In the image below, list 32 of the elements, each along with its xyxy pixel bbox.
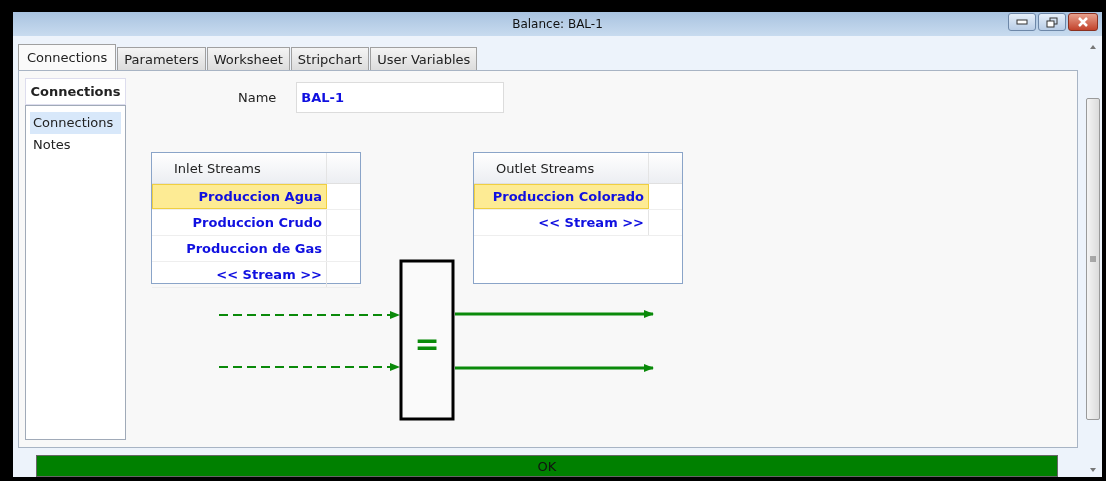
column-header: Outlet Streams [474, 153, 649, 183]
minimize-icon [1016, 19, 1028, 25]
tab[interactable]: User Variables [370, 47, 478, 70]
side-panel-item[interactable]: Connections [30, 112, 121, 134]
scroll-down-icon [1089, 467, 1097, 473]
name-label: Name [238, 90, 277, 105]
grip-icon [1090, 255, 1096, 262]
stream-cell[interactable]: Produccion de Gas [152, 236, 327, 261]
minimize-button[interactable] [1008, 13, 1036, 31]
scroll-up-icon [1089, 44, 1097, 50]
operator-symbol: = [414, 326, 440, 361]
name-field[interactable]: BAL-1 [296, 82, 505, 113]
restore-icon [1046, 16, 1058, 28]
tab[interactable]: Parameters [117, 47, 206, 70]
column-header: Inlet Streams [152, 153, 327, 183]
restore-button[interactable] [1038, 13, 1066, 31]
stream-cell[interactable]: << Stream >> [474, 210, 649, 235]
tab[interactable]: Worksheet [206, 47, 290, 70]
scroll-thumb[interactable] [1086, 97, 1100, 420]
balance-block[interactable] [399, 259, 455, 421]
side-panel-item[interactable]: Notes [30, 134, 121, 156]
tab[interactable]: Connections [18, 44, 117, 70]
close-button[interactable] [1068, 13, 1098, 31]
tab[interactable]: Stripchart [290, 47, 370, 70]
ok-button[interactable]: OK [36, 455, 1058, 477]
stream-cell[interactable]: Produccion Colorado [474, 184, 649, 209]
close-icon [1077, 17, 1089, 27]
side-panel-heading: Connections [25, 78, 126, 105]
stream-cell[interactable]: Produccion Crudo [152, 210, 327, 235]
window-title: Balance: BAL-1 [512, 17, 603, 31]
stream-cell[interactable]: Produccion Agua [152, 184, 327, 209]
stream-cell[interactable]: << Stream >> [152, 262, 327, 287]
